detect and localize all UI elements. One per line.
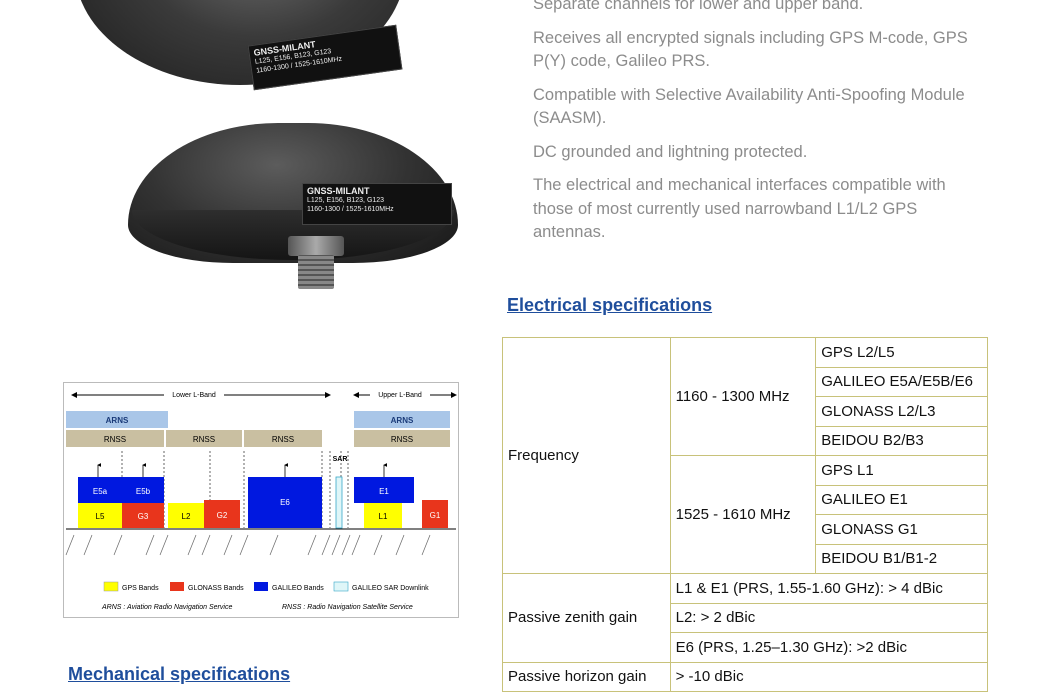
- antenna-product-label: GNSS-MILANT L125, E156, B123, G123 1160-…: [247, 24, 403, 91]
- electrical-specs-heading: Electrical specifications: [507, 295, 713, 315]
- footnote-arns: ARNS : Aviation Radio Navigation Service: [101, 604, 232, 611]
- band2-signal-cell: GPS L1: [815, 455, 988, 486]
- arns-label-lower: ARNS: [106, 416, 129, 425]
- feature-item: The electrical and mechanical interfaces…: [533, 176, 946, 241]
- legend-gps-label: GPS Bands: [122, 585, 159, 592]
- band1-signal-cell: BEIDOU B2/B3: [815, 425, 988, 456]
- band-e6-label: E6: [280, 498, 290, 507]
- band2-signal-cell: GLONASS G1: [815, 514, 988, 545]
- lower-band-label: Lower L-Band: [172, 392, 216, 399]
- antenna-product-label: GNSS-MILANT L125, E156, B123, G123 1160-…: [302, 183, 452, 225]
- arns-label-upper: ARNS: [391, 416, 414, 425]
- frequency-band-diagram: Lower L-Band Upper L-Band ARNS ARNS RNSS…: [63, 382, 459, 618]
- band1-signal-cell: GLONASS L2/L3: [815, 396, 988, 427]
- legend-glonass-label: GLONASS Bands: [188, 585, 244, 592]
- sar-label: SAR: [333, 456, 348, 463]
- band2-signal-cell: GALILEO E1: [815, 484, 988, 515]
- connector-nut: [288, 236, 344, 256]
- rnss-label-4: RNSS: [391, 435, 413, 444]
- horizon-gain-value-cell: > -10 dBic: [669, 661, 989, 692]
- antenna-codes: L125, E156, B123, G123: [307, 197, 385, 204]
- legend-galileo-swatch: [254, 582, 268, 591]
- connector-pin: [298, 255, 334, 289]
- table-row: Passive zenith gain L1 & E1 (PRS, 1.55-1…: [502, 573, 989, 663]
- horizon-gain-label-cell: Passive horizon gain: [502, 661, 671, 692]
- electrical-spec-table: Frequency 1160 - 1300 MHz GPS L2/L5 GALI…: [502, 337, 989, 692]
- feature-item: DC grounded and lightning protected.: [533, 142, 808, 161]
- band2-signal-cell: BEIDOU B1/B1-2: [815, 543, 988, 574]
- band2-range-cell: 1525 - 1610 MHz: [669, 455, 817, 574]
- legend-sar-label: GALILEO SAR Downlink: [352, 585, 429, 592]
- band-g2-label: G2: [217, 511, 228, 520]
- gain-value-cell: L1 & E1 (PRS, 1.55-1.60 GHz): > 4 dBic: [669, 573, 989, 604]
- band-e5b-label: E5b: [136, 487, 151, 496]
- gain-label-cell: Passive zenith gain: [502, 573, 671, 663]
- band-diagram-svg: Lower L-Band Upper L-Band ARNS ARNS RNSS…: [65, 388, 457, 611]
- gain-value-cell: E6 (PRS, 1.25–1.30 GHz): >2 dBic: [669, 632, 989, 663]
- band1-range-cell: 1160 - 1300 MHz: [669, 337, 817, 456]
- antenna-frequency: 1160-1300 / 1525-1610MHz: [307, 206, 394, 213]
- antenna-photo-top: GNSS-MILANT L125, E156, B123, G123 1160-…: [75, 0, 405, 91]
- feature-list: Separate channels for lower and upper ba…: [533, 0, 973, 245]
- rnss-label-2: RNSS: [193, 435, 215, 444]
- band-l5-label: L5: [96, 512, 105, 521]
- sar-band: [335, 476, 343, 529]
- table-row: Passive horizon gain > -10 dBic: [502, 661, 989, 692]
- legend-sar-swatch: [333, 581, 349, 592]
- band-g3-label: G3: [138, 512, 149, 521]
- band-g1-label: G1: [430, 511, 441, 520]
- rnss-label-1: RNSS: [104, 435, 126, 444]
- frequency-tick-captions: [65, 534, 431, 556]
- feature-item: Compatible with Selective Availability A…: [533, 85, 965, 128]
- band-e1-label: E1: [379, 487, 389, 496]
- band1-signal-cell: GALILEO E5A/E5B/E6: [815, 366, 988, 397]
- band-l1-label: L1: [379, 512, 388, 521]
- antenna-model: GNSS-MILANT: [307, 186, 370, 196]
- band-l2-label: L2: [182, 512, 191, 521]
- upper-band-label: Upper L-Band: [378, 392, 422, 399]
- feature-item: Receives all encrypted signals including…: [533, 28, 968, 71]
- gain-value-cell: L2: > 2 dBic: [669, 602, 989, 633]
- rnss-label-3: RNSS: [272, 435, 294, 444]
- band-e5a-label: E5a: [93, 487, 108, 496]
- table-row: Frequency 1160 - 1300 MHz GPS L2/L5: [502, 337, 988, 574]
- legend-galileo-label: GALILEO Bands: [272, 585, 324, 592]
- legend-gps-swatch: [103, 581, 119, 592]
- band1-signal-cell: GPS L2/L5: [815, 337, 988, 368]
- frequency-label-cell: Frequency: [502, 337, 671, 574]
- footnote-rnss: RNSS : Radio Navigation Satellite Servic…: [282, 604, 413, 611]
- feature-item: Separate channels for lower and upper ba…: [533, 0, 864, 13]
- legend-glonass-swatch: [170, 582, 184, 591]
